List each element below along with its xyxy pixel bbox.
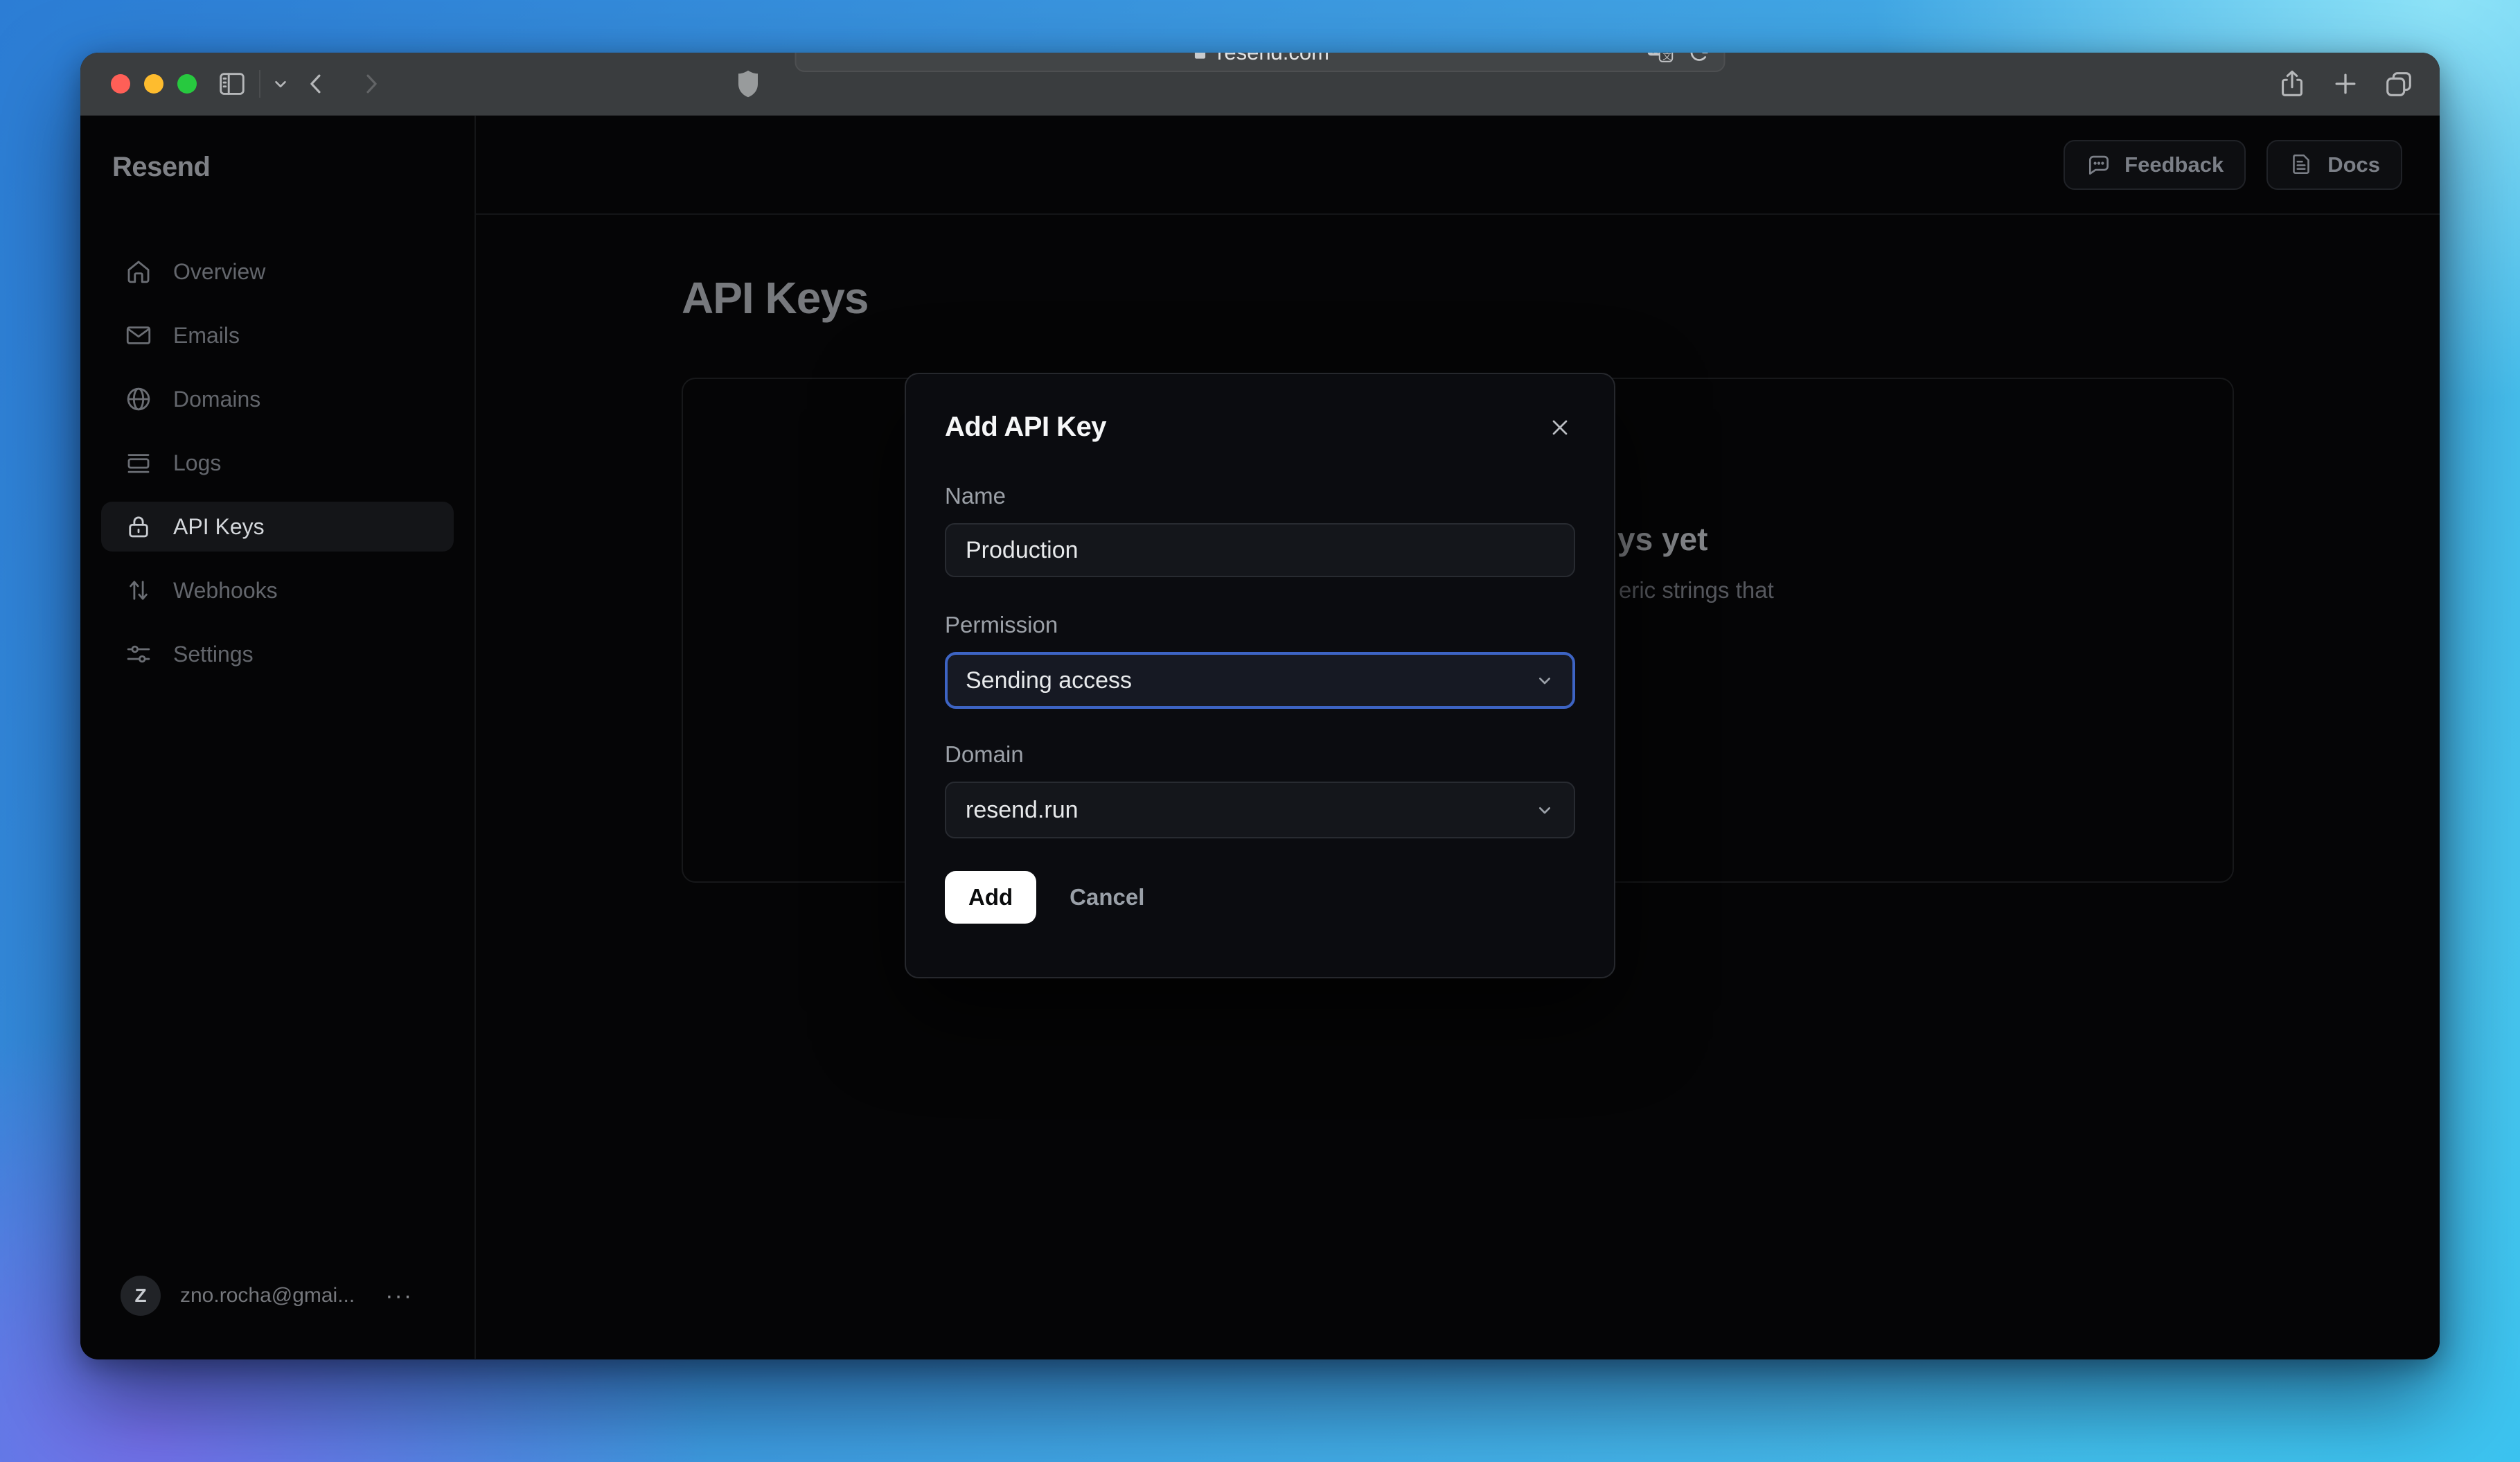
empty-state-body-fragment: eric strings that	[1619, 577, 1774, 603]
add-api-key-modal: Add API Key Name Permission Sending acce…	[905, 373, 1615, 978]
translate-icon[interactable]: A 文	[1647, 53, 1674, 64]
sidebar-item-label: API Keys	[173, 513, 265, 539]
cancel-button[interactable]: Cancel	[1070, 884, 1144, 910]
tab-group-chevron-icon[interactable]	[272, 75, 290, 93]
sidebar-item-overview[interactable]: Overview	[101, 247, 454, 297]
browser-window: resend.com A 文	[80, 53, 2440, 1359]
permission-select-value: Sending access	[966, 667, 1133, 694]
browser-titlebar: resend.com A 文	[80, 53, 2440, 116]
name-label: Name	[945, 483, 1006, 509]
modal-title: Add API Key	[945, 412, 1107, 442]
sidebar-toggle-icon[interactable]	[216, 68, 248, 100]
resend-logo: Resend	[112, 152, 211, 182]
permission-label: Permission	[945, 612, 1058, 637]
resend-app: Resend Overview Emails Domains Logs API …	[80, 116, 2440, 1359]
account-row[interactable]: Z zno.rocha@gmai... ···	[80, 1276, 474, 1359]
sidebar-item-label: Domains	[173, 386, 261, 412]
permission-select[interactable]: Sending access	[945, 652, 1575, 709]
mail-icon	[123, 320, 154, 351]
svg-text:A: A	[1652, 53, 1659, 55]
window-controls	[111, 74, 197, 94]
domain-select[interactable]: resend.run	[945, 782, 1575, 838]
sidebar-item-settings[interactable]: Settings	[101, 629, 454, 679]
feedback-bubble-icon	[2086, 152, 2112, 178]
logs-icon	[123, 448, 154, 478]
lock-icon	[123, 511, 154, 542]
main-header: Feedback Docs	[476, 116, 2440, 215]
close-window-button[interactable]	[111, 74, 130, 94]
tab-overview-icon[interactable]	[2383, 68, 2415, 100]
domain-select-value: resend.run	[966, 796, 1079, 823]
back-button-icon[interactable]	[303, 71, 330, 97]
name-input[interactable]	[945, 523, 1575, 577]
privacy-shield-icon[interactable]	[736, 69, 761, 98]
sidebar-item-logs[interactable]: Logs	[101, 438, 454, 488]
share-icon[interactable]	[2276, 68, 2308, 100]
https-lock-icon	[1191, 53, 1209, 62]
sidebar-item-domains[interactable]: Domains	[101, 374, 454, 424]
sidebar-item-label: Overview	[173, 258, 266, 284]
minimize-window-button[interactable]	[144, 74, 163, 94]
account-menu-icon[interactable]: ···	[385, 1283, 413, 1310]
empty-state-heading-fragment: ys yet	[1617, 521, 1708, 557]
document-icon	[2289, 152, 2315, 178]
feedback-button-label: Feedback	[2124, 152, 2224, 177]
chevron-down-icon	[1534, 799, 1556, 821]
avatar: Z	[121, 1276, 161, 1316]
sidebar-item-label: Emails	[173, 322, 240, 348]
sidebar: Resend Overview Emails Domains Logs API …	[80, 116, 476, 1359]
main-content: Feedback Docs API Keys ys yet eric strin…	[476, 116, 2440, 1359]
globe-icon	[123, 384, 154, 414]
docs-button[interactable]: Docs	[2266, 139, 2402, 190]
reload-icon[interactable]	[1688, 53, 1712, 64]
forward-button-icon[interactable]	[357, 71, 384, 97]
chevron-down-icon	[1534, 669, 1556, 692]
feedback-button[interactable]: Feedback	[2064, 139, 2246, 190]
sidebar-item-label: Logs	[173, 450, 222, 475]
account-email: zno.rocha@gmai...	[180, 1284, 355, 1307]
sidebar-item-emails[interactable]: Emails	[101, 310, 454, 360]
sliders-icon	[123, 639, 154, 669]
toolbar-nav-cluster	[216, 68, 384, 100]
address-bar[interactable]: resend.com A 文	[795, 53, 1725, 72]
desktop-background: resend.com A 文	[0, 0, 2520, 1462]
zoom-window-button[interactable]	[177, 74, 197, 94]
sidebar-item-label: Settings	[173, 641, 254, 667]
home-icon	[123, 256, 154, 287]
add-button[interactable]: Add	[945, 871, 1037, 924]
close-icon[interactable]	[1545, 412, 1575, 443]
sidebar-nav: Overview Emails Domains Logs API Keys We…	[80, 247, 474, 693]
arrows-up-down-icon	[123, 575, 154, 606]
sidebar-item-label: Webhooks	[173, 577, 278, 603]
page-title: API Keys	[682, 273, 869, 323]
toolbar-right-cluster	[2276, 68, 2415, 100]
sidebar-item-webhooks[interactable]: Webhooks	[101, 565, 454, 615]
svg-text:文: 文	[1662, 53, 1671, 61]
toolbar-divider	[259, 70, 260, 98]
docs-button-label: Docs	[2327, 152, 2380, 177]
url-text: resend.com	[1217, 53, 1329, 65]
sidebar-item-api-keys[interactable]: API Keys	[101, 502, 454, 552]
new-tab-icon[interactable]	[2330, 69, 2361, 99]
domain-label: Domain	[945, 741, 1024, 767]
